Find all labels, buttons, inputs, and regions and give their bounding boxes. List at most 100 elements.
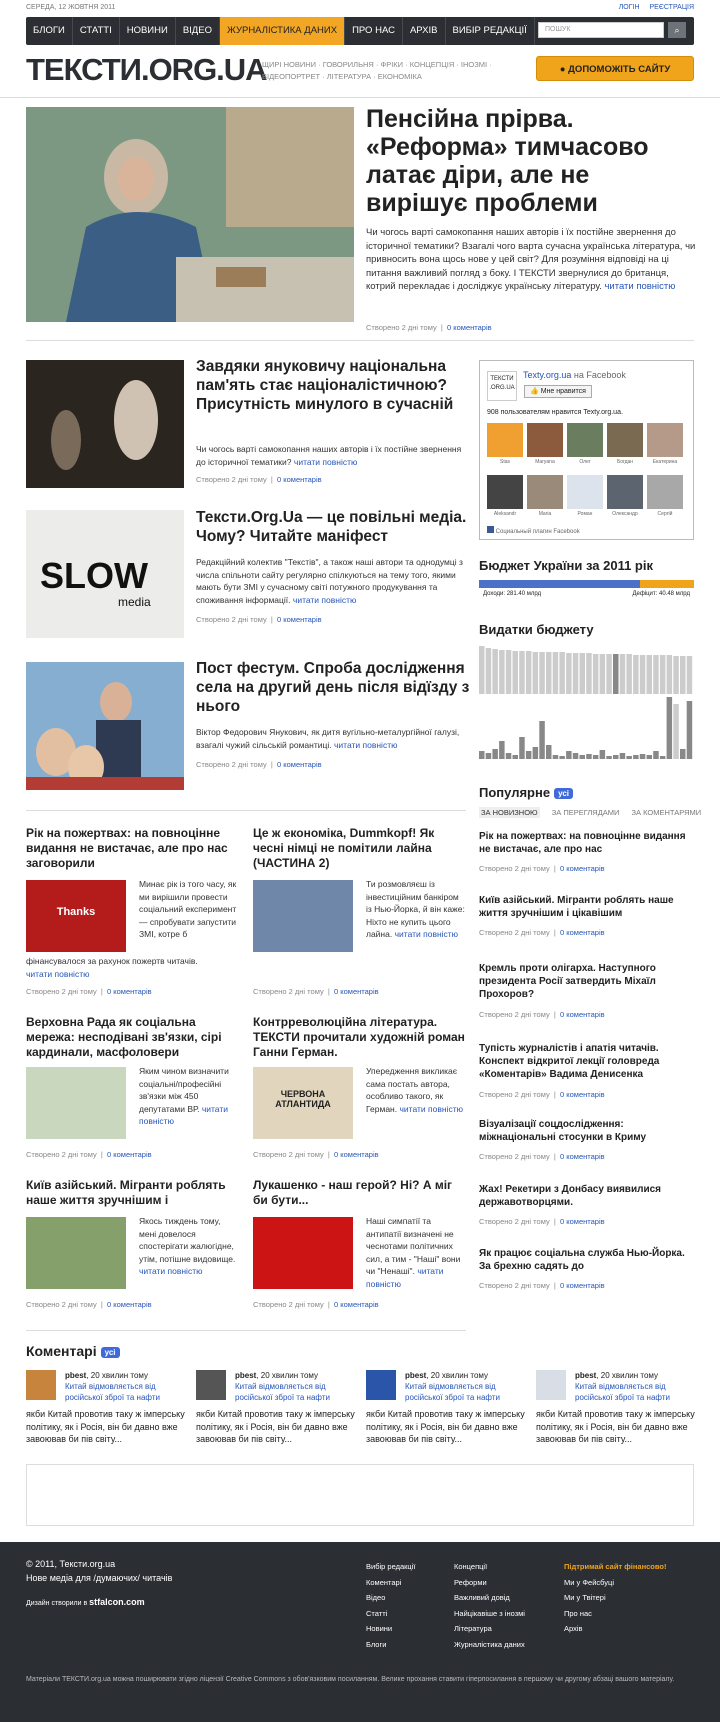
- avatar[interactable]: [366, 1370, 396, 1400]
- fb-page-link[interactable]: Texty.org.ua: [523, 370, 571, 380]
- expense-bar[interactable]: [505, 650, 512, 694]
- expense-bar[interactable]: [686, 701, 693, 759]
- small-article-read-more[interactable]: читати повністю: [400, 1104, 463, 1114]
- avatar[interactable]: [536, 1370, 566, 1400]
- article-3-comments-link[interactable]: 0 коментарів: [277, 760, 322, 769]
- small-article-title[interactable]: Київ азійський. Мігранти роблять наше жи…: [26, 1178, 241, 1208]
- article-1-comments-link[interactable]: 0 коментарів: [277, 475, 322, 484]
- expense-bar[interactable]: [619, 654, 626, 694]
- expense-bar[interactable]: [546, 745, 552, 759]
- nav-item-news[interactable]: НОВИНИ: [120, 17, 176, 45]
- comment-article-link[interactable]: Китай відмовляється від російської зброї…: [65, 1382, 160, 1402]
- expense-bar[interactable]: [653, 751, 659, 759]
- nav-item-articles[interactable]: СТАТТІ: [73, 17, 120, 45]
- expense-bar[interactable]: [586, 754, 592, 759]
- footer-link[interactable]: Найцікавіше з інозмі: [454, 1606, 525, 1622]
- footer-link[interactable]: Блоги: [366, 1637, 415, 1653]
- popular-comments-link[interactable]: 0 коментарів: [560, 1010, 605, 1019]
- expense-bar[interactable]: [485, 648, 492, 694]
- design-by[interactable]: stfalcon.com: [89, 1597, 145, 1607]
- small-article-image[interactable]: Thanks: [26, 880, 126, 952]
- expense-bar[interactable]: [613, 755, 619, 759]
- small-article-comments-link[interactable]: 0 коментарів: [107, 1150, 152, 1159]
- nav-item-about[interactable]: ПРО НАС: [345, 17, 403, 45]
- design-credit[interactable]: Дизайн створили в stfalcon.com: [26, 1597, 145, 1607]
- expense-bar[interactable]: [572, 653, 579, 694]
- budget-bar[interactable]: [479, 580, 694, 588]
- footer-link[interactable]: Реформи: [454, 1575, 525, 1591]
- search-button[interactable]: ⌕: [668, 22, 686, 38]
- footer-link[interactable]: Ми у Фейсбуці: [564, 1575, 666, 1591]
- nav-item-data-journalism[interactable]: ЖУРНАЛІСТИКА ДАНИХ: [219, 17, 346, 45]
- nav-item-video[interactable]: ВІДЕО: [176, 17, 220, 45]
- comment-author[interactable]: pbest: [235, 1371, 256, 1380]
- expense-bar[interactable]: [559, 756, 565, 759]
- small-article-image[interactable]: [253, 880, 353, 952]
- register-link[interactable]: РЕЄСТРАЦІЯ: [649, 4, 694, 11]
- fb-like-button[interactable]: 👍 Мне нравится: [524, 385, 592, 398]
- popular-item-title[interactable]: Візуалізації соцдослідження: міжнаціонал…: [479, 1118, 694, 1144]
- comment-article-link[interactable]: Китай відмовляється від російської зброї…: [405, 1382, 500, 1402]
- small-article-title[interactable]: Це ж економіка, Dummkopf! Як чесні німці…: [253, 826, 468, 871]
- fb-friend[interactable]: Aleksandr: [486, 475, 524, 517]
- expense-bar[interactable]: [512, 755, 519, 759]
- expense-bar[interactable]: [499, 741, 505, 759]
- expense-bar[interactable]: [499, 650, 505, 694]
- expense-bar[interactable]: [626, 756, 632, 759]
- popular-item-title[interactable]: Кремль проти олігарха. Наступного презид…: [479, 962, 694, 1001]
- hero-image[interactable]: [26, 107, 354, 322]
- hero-comments-link[interactable]: 0 коментарів: [447, 323, 492, 332]
- footer-link[interactable]: Відео: [366, 1590, 415, 1606]
- expense-bar[interactable]: [666, 697, 673, 759]
- popular-comments-link[interactable]: 0 коментарів: [560, 1217, 605, 1226]
- small-article-title[interactable]: Лукашенко - наш герой? Ні? А міг би бути…: [253, 1178, 468, 1208]
- expense-bar[interactable]: [525, 651, 532, 694]
- small-article-read-more[interactable]: читати повністю: [26, 969, 89, 979]
- small-article-image[interactable]: [26, 1067, 126, 1139]
- popular-comments-link[interactable]: 0 коментарів: [560, 864, 605, 873]
- tab-by-newness[interactable]: ЗА НОВИЗНОЮ: [479, 807, 540, 818]
- expense-bar[interactable]: [519, 737, 525, 759]
- footer-link[interactable]: Концепції: [454, 1559, 525, 1575]
- article-3-image[interactable]: [26, 662, 184, 790]
- expense-bar[interactable]: [653, 655, 659, 694]
- comment-author[interactable]: pbest: [575, 1371, 596, 1380]
- expense-bar[interactable]: [633, 655, 639, 694]
- nav-item-archive[interactable]: АРХІВ: [403, 17, 446, 45]
- small-article-title[interactable]: Рік на пожертвах: на повноцінне видання …: [26, 826, 241, 871]
- tab-by-comments[interactable]: ЗА КОМЕНТАРЯМИ: [632, 808, 702, 817]
- footer-link[interactable]: Ми у Твітері: [564, 1590, 666, 1606]
- small-article-title[interactable]: Контрреволюційна література. ТЕКСТИ проч…: [253, 1015, 468, 1060]
- fb-friend[interactable]: Stas: [486, 423, 524, 465]
- expense-bar[interactable]: [646, 755, 653, 759]
- tab-by-views[interactable]: ЗА ПЕРЕГЛЯДАМИ: [552, 808, 620, 817]
- popular-item-title[interactable]: Рік на пожертвах: на повноцінне видання …: [479, 830, 694, 856]
- expense-bar[interactable]: [592, 755, 599, 759]
- small-article-comments-link[interactable]: 0 коментарів: [334, 1150, 379, 1159]
- expense-bar[interactable]: [539, 721, 545, 759]
- expense-bar[interactable]: [552, 755, 559, 759]
- expense-bar[interactable]: [680, 656, 686, 694]
- footer-link[interactable]: Журналістика даних: [454, 1637, 525, 1653]
- small-article-image[interactable]: [253, 1217, 353, 1289]
- expense-bar[interactable]: [659, 655, 666, 694]
- hero-title[interactable]: Пенсійна прірва. «Реформа» тимчасово лат…: [366, 105, 696, 217]
- article-1-title[interactable]: Завдяки януковичу національна пам'ять ст…: [196, 357, 471, 414]
- footer-link[interactable]: Про нас: [564, 1606, 666, 1622]
- avatar[interactable]: [196, 1370, 226, 1400]
- article-2-title[interactable]: Тексти.Org.Ua — це повільні медіа. Чому?…: [196, 508, 471, 546]
- fb-friend[interactable]: Олег: [566, 423, 604, 465]
- expense-bar[interactable]: [599, 654, 606, 694]
- fb-friend[interactable]: Maryana: [526, 423, 564, 465]
- expense-bar[interactable]: [539, 652, 545, 694]
- popular-item-title[interactable]: Київ азійський. Мігранти роблять наше жи…: [479, 894, 694, 920]
- expense-bar[interactable]: [673, 704, 679, 759]
- footer-link[interactable]: Вибір редакції: [366, 1559, 415, 1575]
- fb-friend[interactable]: Сергій: [646, 475, 684, 517]
- footer-link[interactable]: Підтримай сайт фінансово!: [564, 1559, 666, 1575]
- expense-bar[interactable]: [579, 755, 586, 759]
- popular-item-title[interactable]: Жах! Рекетири з Донбасу виявилися держав…: [479, 1183, 694, 1209]
- comment-author[interactable]: pbest: [405, 1371, 426, 1380]
- nav-item-blogs[interactable]: БЛОГИ: [26, 17, 73, 45]
- expense-bar[interactable]: [532, 652, 539, 694]
